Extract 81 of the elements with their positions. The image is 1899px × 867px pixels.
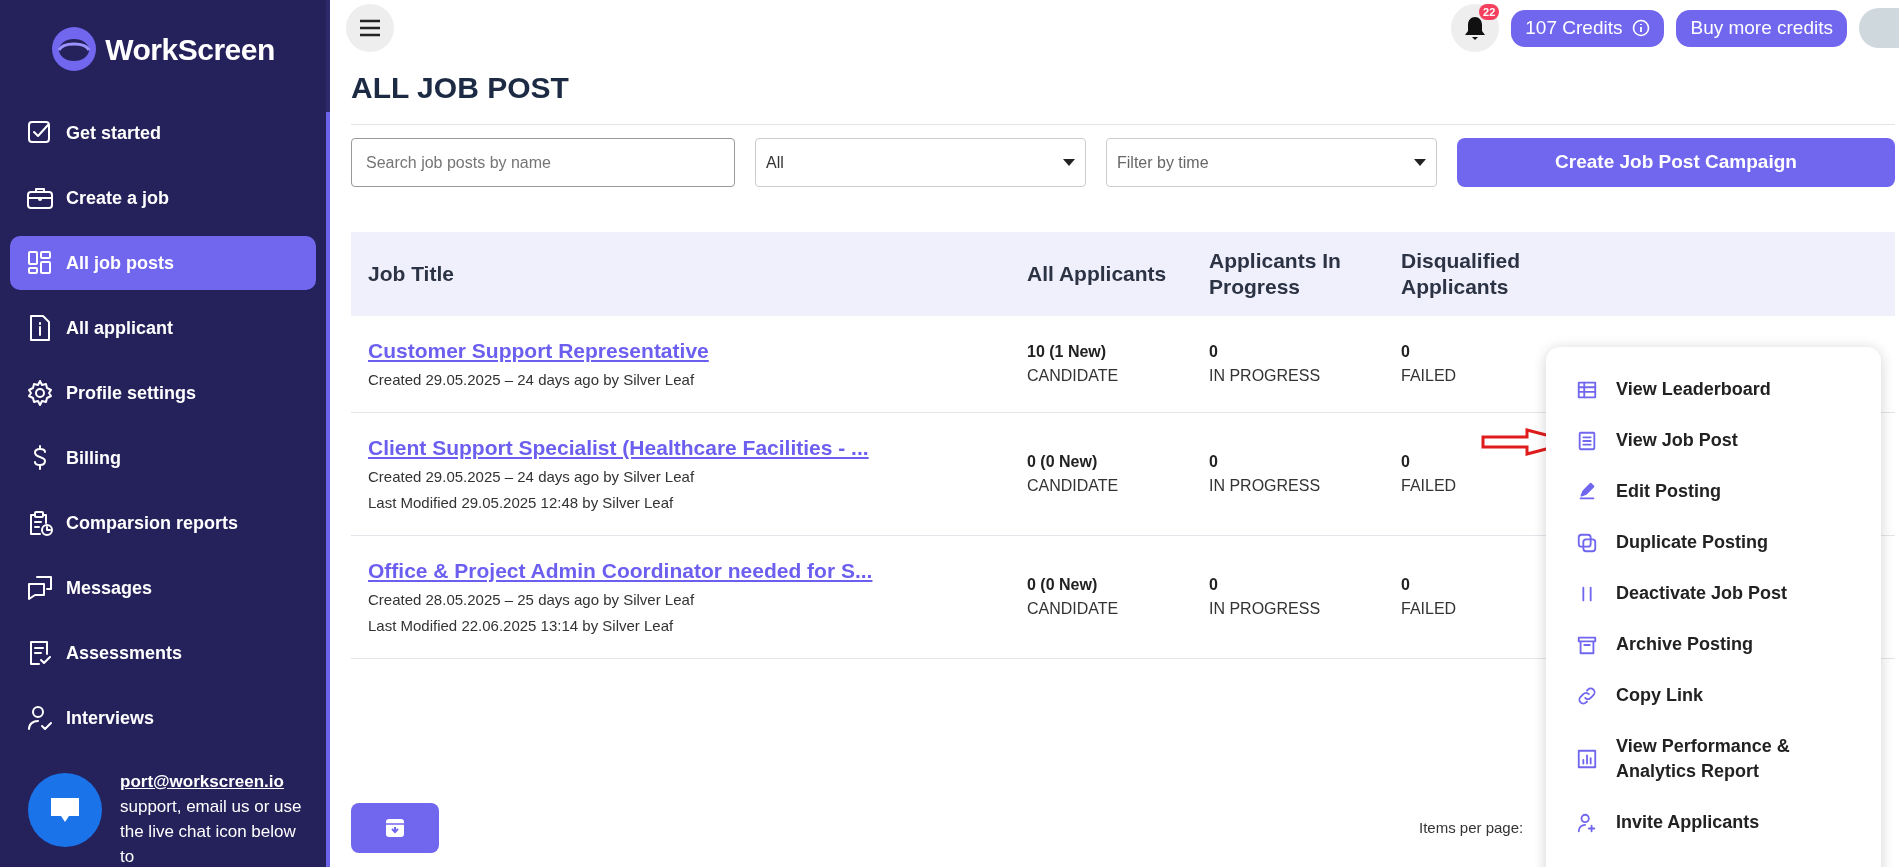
sidebar-item[interactable]: Assessments [10,626,316,680]
grid-icon [26,249,54,277]
bell-icon [1464,15,1487,41]
created-info: Created 29.05.2025 – 24 days ago by Silver Leaf [368,369,696,390]
column-header: Job Title [368,261,455,287]
copy-icon [1576,531,1598,554]
support-email-link[interactable]: port@workscreen.io [120,772,284,791]
menu-icon [359,19,381,37]
info-icon [1632,19,1651,37]
download-button[interactable] [351,803,439,853]
created-info: Created 28.05.2025 – 25 days ago by Silver Leaf [368,589,696,610]
failed-count: 0 [1401,452,1410,472]
menu-item[interactable]: Copy Link [1576,683,1881,708]
notification-count: 22 [1479,4,1500,20]
created-info: Created 29.05.2025 – 24 days ago by Silver Leaf [368,466,696,487]
sidebar-item[interactable]: Profile settings [10,366,316,420]
items-per-page-label: Items per page: [1419,817,1524,838]
failed-label: FAILED [1401,599,1457,619]
menu-item[interactable]: Duplicate Posting [1576,530,1881,555]
notifications-button[interactable]: 22 [1451,4,1500,52]
in-progress-count: 0 [1209,575,1218,595]
modified-info: Last Modified 22.06.2025 13:14 by Silver Leaf [368,615,675,636]
menu-item[interactable]: Archive Posting [1576,632,1881,657]
logo-icon [51,26,98,72]
modified-info: Last Modified 29.05.2025 12:48 by Silver Leaf [368,492,675,513]
scrollbar[interactable] [326,112,330,867]
menu-item[interactable]: Deactivate Job Post [1576,581,1881,606]
job-title-link[interactable]: Customer Support Representative [368,335,709,367]
sidebar-item[interactable]: Billing [10,431,316,485]
sidebar-item[interactable]: Messages [10,561,316,615]
job-title-link[interactable]: Client Support Specialist (Healthcare Facilities - ... [368,432,869,464]
candidate-label: CANDIDATE [1027,366,1119,386]
column-header: Disqualified Applicants [1401,248,1522,300]
buy-credits-button[interactable]: Buy more credits [1676,9,1847,47]
sidebar-item[interactable]: Create a job [10,171,316,225]
caret-icon [1063,159,1075,166]
in-progress-label: IN PROGRESS [1209,476,1321,496]
person-plus-icon [1576,811,1598,834]
applicant-count: 0 (0 New) [1027,452,1098,472]
column-header: All Applicants [1027,261,1168,287]
sidebar-item[interactable]: Get started [10,106,316,160]
menu-item[interactable]: View Performance & Analytics Report [1576,734,1881,784]
caret-icon [1414,159,1426,166]
sidebar-item[interactable]: All job posts [10,236,316,290]
chat-bubble-icon [49,796,81,824]
brand-logo: WorkScreen [105,31,275,68]
in-progress-label: IN PROGRESS [1209,599,1321,619]
menu-item[interactable]: Invite Applicants [1576,810,1881,835]
failed-count: 0 [1401,342,1410,362]
menu-button[interactable] [346,4,394,52]
candidate-label: CANDIDATE [1027,476,1119,496]
in-progress-label: IN PROGRESS [1209,366,1321,386]
in-progress-count: 0 [1209,342,1218,362]
in-progress-count: 0 [1209,452,1218,472]
chat-bubbles-icon [26,574,54,602]
person-check-icon [26,704,54,732]
credits-button[interactable]: 107 Credits [1511,9,1665,47]
archive-download-icon [385,818,405,838]
candidate-label: CANDIDATE [1027,599,1119,619]
job-title-link[interactable]: Office & Project Admin Coordinator needed for S... [368,555,873,587]
menu-item[interactable]: View Job Post [1576,428,1881,453]
page-title: ALL JOB POST [351,70,1895,125]
applicant-count: 0 (0 New) [1027,575,1098,595]
bar-chart-icon [1576,748,1598,770]
support-text: support, email us or use the live chat icon below to [120,796,303,867]
column-header: Applicants In Progress [1209,248,1342,300]
failed-label: FAILED [1401,476,1457,496]
sidebar-item[interactable]: Comparsion reports [10,496,316,550]
failed-count: 0 [1401,575,1410,595]
time-filter-dropdown[interactable]: Filter by time [1106,138,1437,187]
menu-item[interactable]: View Leaderboard [1576,377,1881,402]
gear-icon [26,379,54,407]
applicant-count: 10 (1 New) [1027,342,1107,362]
sidebar-item[interactable]: All applicant [10,301,316,355]
document-icon [1576,429,1598,452]
menu-item[interactable]: Edit Posting [1576,479,1881,504]
failed-label: FAILED [1401,366,1457,386]
sidebar-item[interactable]: Interviews [10,691,316,745]
create-campaign-button[interactable]: Create Job Post Campaign [1457,138,1895,187]
search-field[interactable]: Search job posts by name [351,138,735,187]
status-dropdown[interactable]: All [755,138,1086,187]
